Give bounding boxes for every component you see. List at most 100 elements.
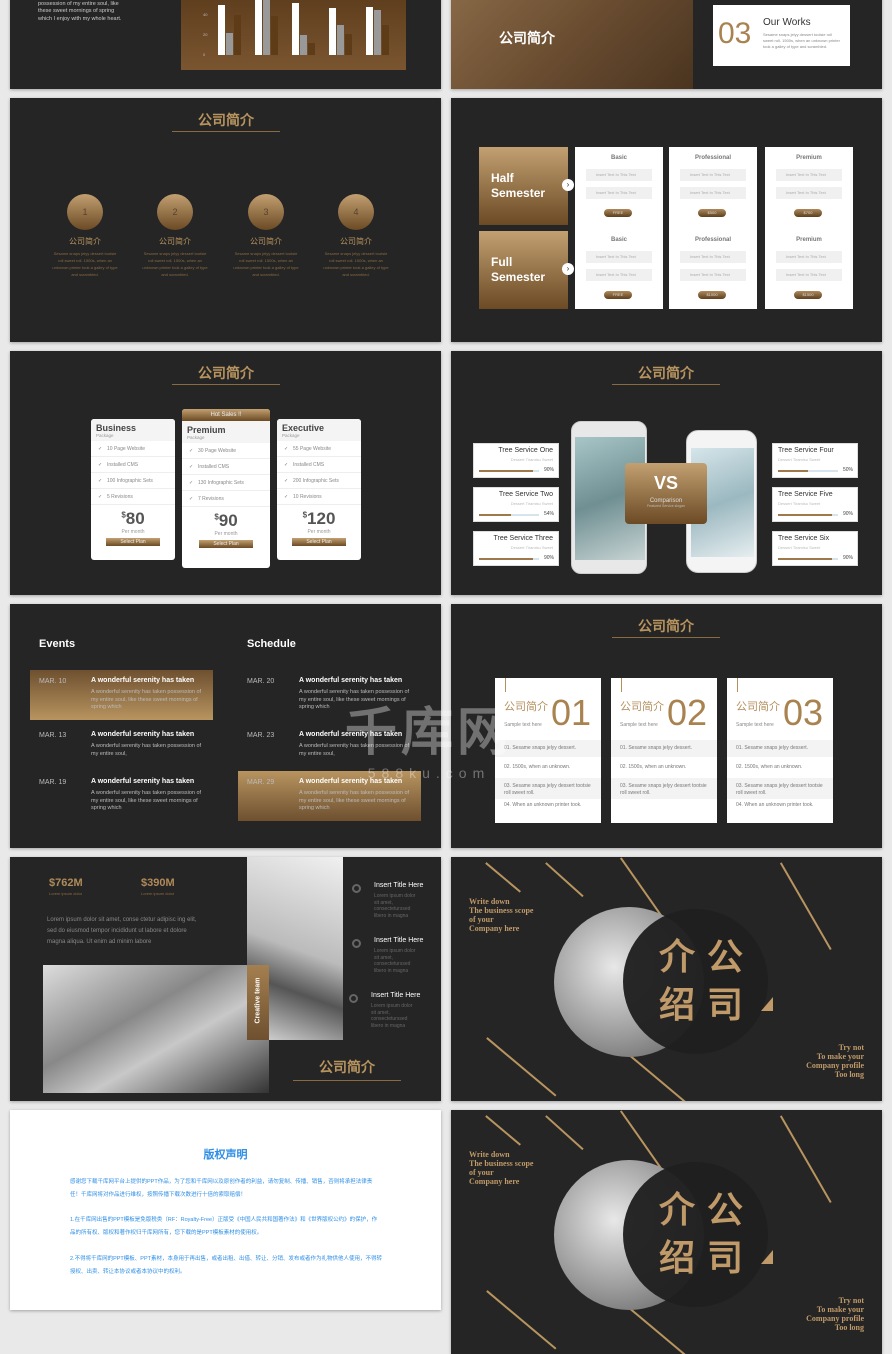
slide-moon-cover[interactable]: Write down The business scope of your Compa…: [451, 857, 882, 1101]
card-list-item: 02. 1500s, when an unknown.: [620, 764, 687, 770]
plan-name: Professional: [694, 237, 731, 243]
event-title: A wonderful serenity has taken: [91, 778, 195, 785]
slide-title: 公司简介: [638, 365, 694, 381]
step-text: Sesame snaps jelyy dessert tootsie roll …: [233, 251, 299, 277]
progress-fill: [778, 470, 808, 472]
event-text: A wonderful serenity has taken possessio…: [299, 790, 410, 811]
progress-label: 54%: [543, 511, 554, 517]
step-label: 公司简介: [159, 237, 191, 246]
slide-moon-cover-repeat[interactable]: Write down The business scope of your Compa…: [451, 1110, 882, 1354]
select-plan-button[interactable]: Select Plan: [199, 540, 253, 548]
slide-numbered-cards[interactable]: 公司简介 公司简介 01 Sample text here 01. Sesame sn…: [451, 604, 882, 848]
slide-packages[interactable]: 公司简介 BusinessPackage10 Page WebsiteInsta…: [10, 351, 441, 595]
service-sub: Dessert Tiramisu Sweet: [510, 457, 553, 462]
card-list-item: 02. 1500s, when an unknown.: [736, 764, 803, 770]
service-name: Tree Service Four: [778, 447, 834, 454]
item-title: Insert Title Here: [371, 992, 421, 999]
plan-feature: Insert Text In This Text: [680, 169, 746, 181]
package-feature: 7 Revisions: [182, 491, 270, 507]
step-circle: 2: [157, 194, 193, 230]
tagline-line: To make your: [816, 1305, 864, 1314]
plan-name: Basic: [610, 155, 627, 161]
accent-line: [621, 678, 622, 692]
item-text: Lorem ipsum dolor sit amet, consecteturs…: [374, 893, 416, 919]
cover-photo: [451, 0, 693, 89]
package-feature: 55 Page Website: [277, 441, 361, 457]
stat-1-caption: Lorem ipsum dolor: [49, 891, 83, 896]
vs-slogan: Featured Service slogan: [647, 504, 685, 508]
title-underline: [172, 131, 280, 132]
progress-bar: [479, 470, 539, 472]
price-value: 120: [307, 509, 336, 528]
event-date: MAR. 13: [39, 732, 67, 739]
slide-comparison[interactable]: 公司简介 VS Comparison Featured Service slog…: [451, 351, 882, 595]
card-sample: Sample text here: [736, 722, 774, 728]
search-money-icon: [352, 939, 361, 948]
chart-bar: [234, 15, 241, 55]
search-money-icon: [352, 884, 361, 893]
progress-label: 90%: [842, 511, 853, 517]
event-date: MAR. 19: [39, 779, 67, 786]
schedule-heading: Schedule: [247, 638, 296, 650]
tagline-line: Company here: [469, 924, 520, 933]
chart-bar: [271, 16, 278, 55]
cover-title: 公司简介: [499, 30, 555, 46]
package-price: $80: [91, 509, 175, 529]
event-title: A wonderful serenity has taken: [91, 731, 195, 738]
service-card: Tree Service Two Dessert Tiramisu Sweet 54…: [473, 487, 559, 522]
title-underline: [612, 384, 720, 385]
progress-fill: [479, 514, 512, 516]
creative-team-strip: Creative team: [247, 965, 269, 1040]
step-label: 公司简介: [69, 237, 101, 246]
event-date: MAR. 10: [39, 678, 67, 685]
slide-semester-pricing[interactable]: Half Semester › Full Semester › Basic Insert …: [451, 98, 882, 342]
chart-description: A wonderful serenity has taken possessio…: [38, 0, 122, 22]
package-sub: Package: [91, 433, 175, 441]
chart-bar: [374, 10, 381, 55]
plan-feature: Insert Text In This Text: [680, 187, 746, 199]
service-name: Tree Service Two: [498, 491, 553, 498]
progress-label: 90%: [543, 467, 554, 473]
card-list-item: 03. Sesame snaps jelyy dessert tootsie r…: [727, 778, 833, 799]
works-text: Sesame snaps jelyy dessert toolsie roll …: [763, 32, 840, 49]
title-character: 司: [707, 984, 748, 1025]
slide-our-works[interactable]: 公司简介 03 Our Works Sesame snaps jelyy des…: [451, 0, 882, 89]
slide-copyright[interactable]: 版权声明 感谢您下载千库网平台上提供的PPT作品，为了您和千库网以及原创作者的利…: [10, 1110, 441, 1310]
creative-team-label: Creative team: [254, 977, 262, 1024]
progress-fill: [479, 558, 533, 560]
tagline-line: To make your: [816, 1052, 864, 1061]
price-button[interactable]: $1000: [698, 291, 726, 299]
slide-chart[interactable]: A wonderful serenity has taken possessio…: [10, 0, 441, 89]
search-money-icon: [349, 994, 358, 1003]
package-feature: 10 Revisions: [277, 489, 361, 505]
service-card: Tree Service Four Dessert Tiramisu Sweet 5…: [772, 443, 858, 478]
plan-feature: Insert Text In This Text: [680, 269, 746, 281]
select-plan-button[interactable]: Select Plan: [292, 538, 346, 546]
price-button[interactable]: $700: [794, 209, 822, 217]
service-name: Tree Service Six: [778, 535, 830, 542]
slide-four-steps[interactable]: 公司简介 1 公司简介 Sesame snaps jelyy dessert too…: [10, 98, 441, 342]
package-feature: 5 Revisions: [91, 489, 175, 505]
card-list-item: 04. When an unknown printer took.: [504, 802, 582, 808]
package-name: Business: [91, 419, 175, 433]
step-circle: 3: [248, 194, 284, 230]
plan-feature: Insert Text In This Text: [776, 169, 842, 181]
plan-name: Premium: [796, 237, 822, 243]
chart-bar: [329, 8, 336, 55]
tagline-line: Too long: [834, 1070, 864, 1079]
title-underline: [172, 384, 280, 385]
stat-1: $762M: [49, 877, 83, 889]
chart-bar: [263, 0, 270, 55]
slide-team[interactable]: $762M Lorem ipsum dolor $390M Lorem ipsu…: [10, 857, 441, 1101]
price-button[interactable]: FREE: [604, 209, 632, 217]
price-button[interactable]: $500: [698, 209, 726, 217]
chevron-right-icon[interactable]: ›: [562, 179, 574, 191]
price-button[interactable]: $1500: [794, 291, 822, 299]
select-plan-button[interactable]: Select Plan: [106, 538, 160, 546]
progress-bar: [479, 514, 539, 516]
service-sub: Dessert Tiramisu Sweet: [778, 545, 821, 550]
step-text: Sesame snaps jelyy dessert tootsie roll …: [142, 251, 208, 277]
card-number: 02: [666, 692, 707, 733]
chevron-right-icon[interactable]: ›: [562, 263, 574, 275]
price-button[interactable]: FREE: [604, 291, 632, 299]
